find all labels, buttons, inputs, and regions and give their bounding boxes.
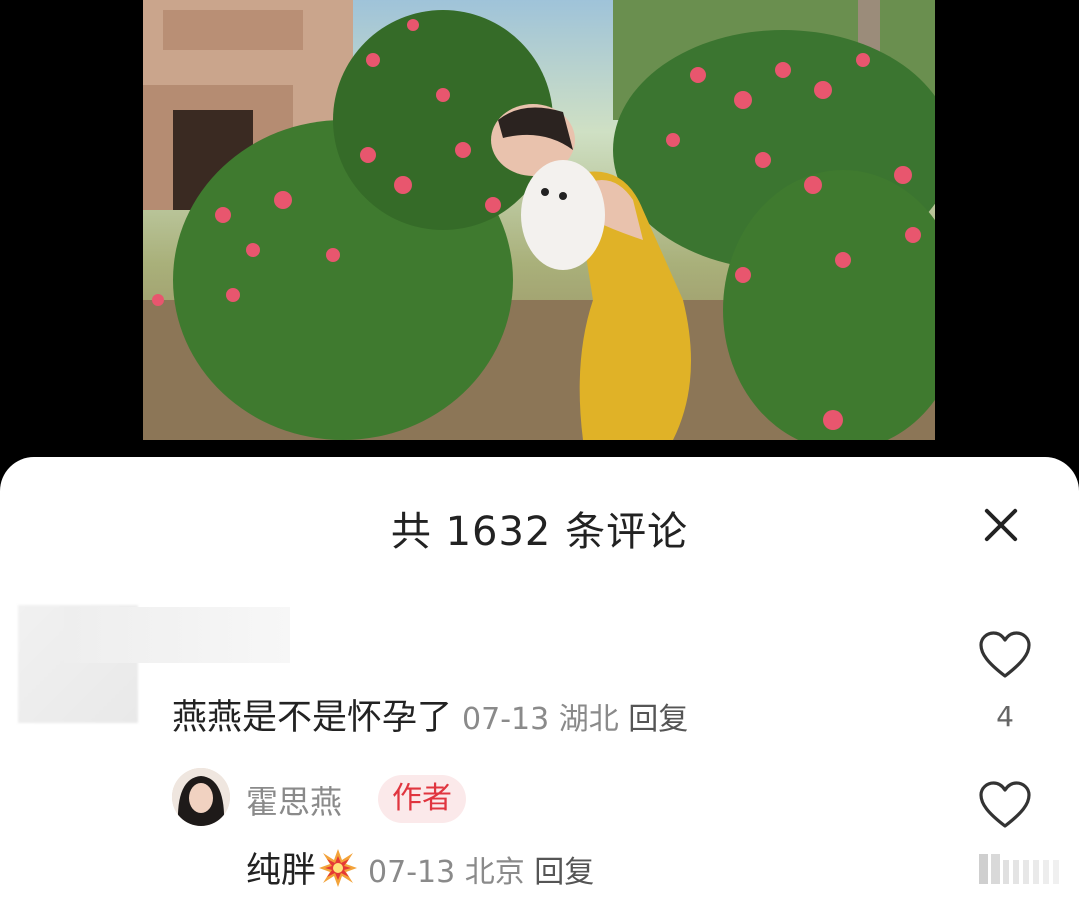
author-badge: 作者: [378, 775, 466, 823]
comment-location: 湖北: [558, 702, 619, 737]
reply-button[interactable]: 回复: [628, 702, 688, 737]
comment-item[interactable]: 燕燕是不是怀孕了 07-13 湖北 回复: [172, 689, 688, 740]
like-button[interactable]: [978, 630, 1032, 684]
like-count: 4: [996, 700, 1014, 733]
avatar[interactable]: [172, 768, 230, 826]
reply-username[interactable]: 霍思燕: [246, 777, 342, 823]
comment-count-title: 共 1632 条评论: [390, 509, 689, 555]
username-obscured: [64, 607, 290, 663]
reply-meta: 07-13 北京 回复: [368, 855, 594, 890]
garden-photo-illustration: [143, 0, 935, 440]
comment-meta: 07-13 湖北 回复: [462, 702, 688, 737]
reply-text: 纯胖: [246, 851, 317, 891]
watermark-bars-icon: [979, 854, 1059, 884]
reply-item[interactable]: 纯胖 07-13 北京 回复: [246, 842, 594, 893]
heart-icon: [979, 631, 1031, 678]
reply-location: 北京: [464, 855, 525, 890]
reply-button[interactable]: 回复: [534, 855, 594, 890]
like-button[interactable]: [978, 780, 1032, 834]
comment-sheet: 共 1632 条评论 燕燕是不是怀孕了 07-13 湖北 回复 霍思燕 作者 纯胖…: [0, 457, 1079, 917]
comment-text: 燕燕是不是怀孕了: [172, 698, 453, 738]
heart-icon: [979, 781, 1031, 828]
collision-emoji-icon: [319, 849, 358, 887]
reply-date: 07-13: [368, 855, 456, 890]
watermark-logo: [975, 852, 1069, 886]
close-icon[interactable]: [976, 501, 1026, 551]
author-avatar-image: [172, 768, 230, 826]
comment-date: 07-13: [462, 702, 550, 737]
post-photo: [143, 0, 935, 440]
